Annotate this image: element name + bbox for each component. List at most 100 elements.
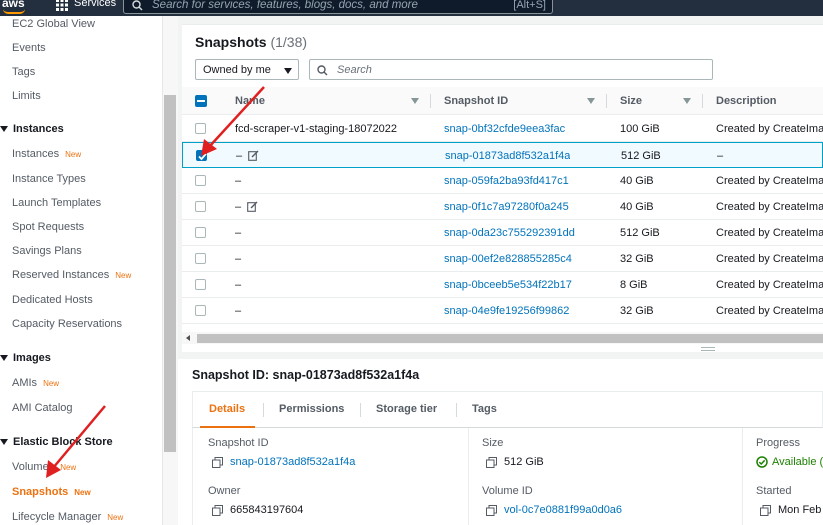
- snapshot-id-link[interactable]: snap-0bceeb5e534f22b17: [444, 279, 572, 291]
- tab-details[interactable]: Details: [209, 403, 245, 415]
- select-all-checkbox[interactable]: [195, 95, 207, 107]
- snapshot-id-link[interactable]: snap-059fa2ba93fd417c1: [444, 175, 569, 187]
- sidebar-item-instance-types[interactable]: Instance Types: [12, 173, 86, 185]
- sidebar-item-limits[interactable]: Limits: [12, 90, 41, 102]
- snapshot-id-link[interactable]: snap-0f1c7a97280f0a245: [444, 201, 569, 213]
- sidebar-item-label: Lifecycle Manager: [12, 511, 102, 523]
- sidebar-item-reserved-instances[interactable]: Reserved Instances New: [12, 269, 131, 281]
- progress-label: Progress: [756, 437, 801, 449]
- sidebar-item-ec2-global-view[interactable]: EC2 Global View: [12, 18, 95, 30]
- sidebar-item-events[interactable]: Events: [12, 42, 46, 54]
- sidebar-item-label: Instances: [12, 148, 60, 160]
- sidebar-section-title: Instances: [13, 123, 64, 135]
- snapshot-description: Created by CreateImage: [716, 123, 823, 135]
- search-icon: [132, 0, 143, 11]
- snapshot-name-cell: –: [236, 150, 436, 162]
- sidebar-item-amis[interactable]: AMIs New: [12, 377, 59, 389]
- sidebar-item-spot-requests[interactable]: Spot Requests: [12, 221, 84, 233]
- copy-icon[interactable]: [760, 505, 771, 516]
- services-grid-icon[interactable]: [55, 0, 69, 12]
- snapshot-id-link[interactable]: snap-04e9fe19256f99862: [444, 305, 569, 317]
- sidebar-item-lifecycle-manager[interactable]: Lifecycle Manager New: [12, 511, 123, 523]
- sidebar-item-snapshots[interactable]: Snapshots New: [12, 486, 91, 498]
- edit-icon[interactable]: [248, 150, 259, 161]
- owner-label: Owner: [208, 485, 241, 497]
- column-header-description[interactable]: Description: [716, 95, 777, 107]
- sort-icon[interactable]: [411, 98, 419, 104]
- sidebar-item-ami-catalog[interactable]: AMI Catalog: [12, 402, 73, 414]
- column-separator[interactable]: [606, 94, 607, 108]
- tab-separator: [360, 403, 361, 417]
- selection-count: (1/38): [270, 34, 308, 50]
- row-select-checkbox[interactable]: [195, 227, 206, 238]
- copy-icon[interactable]: [486, 505, 497, 516]
- sidebar-item-launch-templates[interactable]: Launch Templates: [12, 197, 101, 209]
- table-row[interactable]: – snap-0bceeb5e534f22b17 8 GiB Created by C…: [182, 272, 823, 298]
- sidebar-item-dedicated-hosts[interactable]: Dedicated Hosts: [12, 294, 93, 306]
- copy-icon[interactable]: [486, 457, 497, 468]
- snapshot-id-link[interactable]: snap-00ef2e828855285c4: [444, 253, 572, 265]
- table-row[interactable]: – snap-059fa2ba93fd417c1 40 GiB Created by …: [182, 168, 823, 194]
- row-select-checkbox[interactable]: [195, 123, 206, 134]
- snapshot-description: Created by CreateImage: [716, 279, 823, 291]
- split-panel-resize-handle[interactable]: [701, 347, 715, 351]
- table-horizontal-scrollbar[interactable]: [182, 332, 823, 344]
- snapshot-id-link[interactable]: snap-01873ad8f532a1f4a: [445, 150, 570, 162]
- table-row[interactable]: – snap-04e9fe19256f99862 32 GiB Created by …: [182, 298, 823, 324]
- column-separator[interactable]: [430, 94, 431, 108]
- column-header-snapshot-id[interactable]: Snapshot ID: [444, 95, 508, 107]
- tab-tags[interactable]: Tags: [472, 403, 497, 415]
- copy-icon[interactable]: [212, 457, 223, 468]
- sidebar-section-elastic-block-store[interactable]: Elastic Block Store: [0, 436, 113, 448]
- caret-down-icon: [0, 125, 8, 132]
- scroll-left-icon[interactable]: [186, 335, 190, 341]
- check-circle-icon: [756, 456, 768, 468]
- tab-storage-tier[interactable]: Storage tier: [376, 403, 437, 415]
- volume-id-link[interactable]: vol-0c7e0881f99a0d0a6: [504, 504, 622, 516]
- snapshot-id-value[interactable]: snap-01873ad8f532a1f4a: [230, 456, 355, 468]
- sort-icon[interactable]: [587, 98, 595, 104]
- owner-filter-select[interactable]: Owned by me: [195, 59, 299, 80]
- sidebar-item-instances[interactable]: Instances New: [12, 148, 81, 160]
- table-row[interactable]: – snap-0f1c7a97280f0a245 40 GiB Created by …: [182, 194, 823, 220]
- edit-icon[interactable]: [247, 201, 258, 212]
- sidebar-item-capacity-reservations[interactable]: Capacity Reservations: [12, 318, 122, 330]
- sidebar-section-instances[interactable]: Instances: [0, 123, 64, 135]
- table-row[interactable]: fcd-scraper-v1-staging-18072022 snap-0bf3…: [182, 116, 823, 142]
- sidebar-scrollbar-thumb[interactable]: [164, 95, 176, 452]
- column-header-size[interactable]: Size: [620, 95, 642, 107]
- horizontal-scrollbar-thumb[interactable]: [197, 334, 823, 343]
- row-select-checkbox[interactable]: [195, 175, 206, 186]
- table-row[interactable]: – snap-00ef2e828855285c4 32 GiB Created by …: [182, 246, 823, 272]
- row-select-checkbox[interactable]: [195, 305, 206, 316]
- row-select-checkbox[interactable]: [195, 279, 206, 290]
- sort-icon[interactable]: [683, 98, 691, 104]
- row-select-checkbox[interactable]: [195, 253, 206, 264]
- row-select-checkbox[interactable]: [195, 201, 206, 212]
- snapshot-name-cell: –: [235, 175, 435, 187]
- sidebar-section-title: Elastic Block Store: [13, 436, 113, 448]
- column-header-name[interactable]: Name: [235, 95, 265, 107]
- global-search-input[interactable]: Search for services, features, blogs, do…: [123, 0, 553, 14]
- snapshot-name: fcd-scraper-v1-staging-18072022: [235, 123, 398, 135]
- sidebar-item-volumes[interactable]: Volumes New: [12, 461, 76, 473]
- snapshot-id-link[interactable]: snap-0da23c755292391dd: [444, 227, 575, 239]
- snapshot-id-link[interactable]: snap-0bf32cfde9eea3fac: [444, 123, 565, 135]
- progress-value: Available (: [772, 456, 823, 468]
- sidebar-section-images[interactable]: Images: [0, 352, 51, 364]
- sidebar-item-savings-plans[interactable]: Savings Plans: [12, 245, 82, 257]
- snapshot-name-cell: –: [235, 305, 435, 317]
- tab-permissions[interactable]: Permissions: [279, 403, 344, 415]
- row-select-checkbox[interactable]: [196, 150, 207, 161]
- snapshot-search-input[interactable]: Search: [309, 59, 713, 80]
- column-separator[interactable]: [702, 94, 703, 108]
- copy-icon[interactable]: [212, 505, 223, 516]
- snapshot-name-cell: –: [235, 253, 435, 265]
- services-menu-button[interactable]: Services: [74, 0, 116, 9]
- sidebar-item-tags[interactable]: Tags: [12, 66, 35, 78]
- table-row[interactable]: – snap-01873ad8f532a1f4a 512 GiB –: [182, 142, 823, 168]
- snapshot-search-placeholder: Search: [337, 64, 372, 76]
- table-row[interactable]: – snap-0da23c755292391dd 512 GiB Created by…: [182, 220, 823, 246]
- snapshot-name: –: [235, 201, 242, 213]
- checkmark-icon: [198, 153, 207, 161]
